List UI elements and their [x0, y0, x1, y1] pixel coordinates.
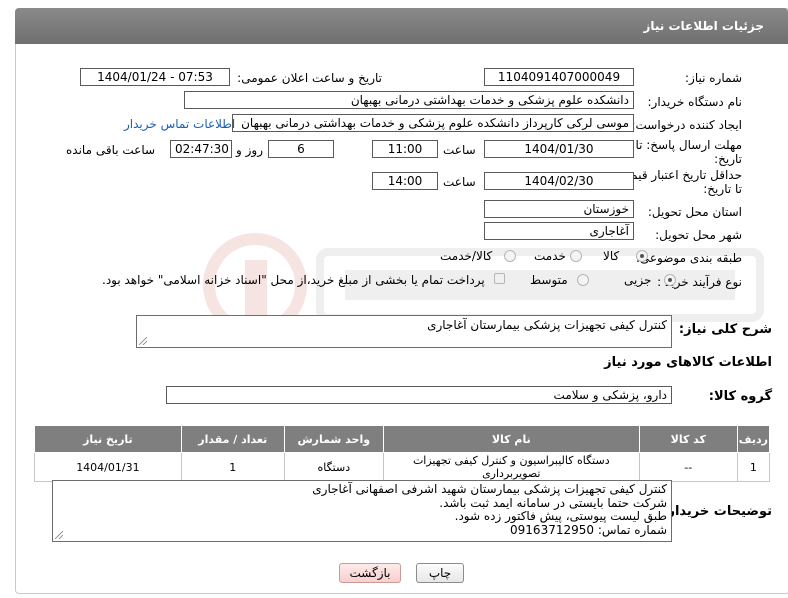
price-validity-label-line1: حداقل تاریخ اعتبار قیمت: [615, 168, 742, 182]
goods-group-label: گروه کالا: [708, 389, 772, 404]
cell-unit: دستگاه [283, 452, 384, 482]
remaining-time-label: ساعت باقی مانده [66, 143, 156, 157]
summary-textarea[interactable]: کنترل کیفی تجهیزات پزشکی بیمارستان آغاجا… [136, 315, 672, 348]
buyer-contact-link[interactable]: اطلاعات تماس خریدار [124, 117, 235, 131]
purchase-option-medium: متوسط [530, 273, 568, 287]
table-row: 1 -- دستگاه کالیبراسیون و کنترل کیفی تجه… [34, 452, 771, 482]
deadline-time-label: ساعت [443, 143, 476, 157]
items-table: ردیف کد کالا نام کالا واحد شمارش تعداد /… [34, 425, 771, 482]
price-validity-time-label: ساعت [443, 175, 476, 189]
treasury-checkbox[interactable] [494, 273, 505, 284]
creator-field: موسی لرکی کارپرداز دانشکده علوم پزشکی و … [232, 114, 634, 132]
panel-header: جزئیات اطلاعات نیاز [15, 8, 788, 44]
announce-datetime-label: تاریخ و ساعت اعلان عمومی: [237, 71, 382, 85]
announce-datetime-field: 1404/01/24 - 07:53 [80, 68, 230, 86]
treasury-note: پرداخت تمام یا بخشی از مبلغ خرید،از محل … [102, 273, 485, 287]
summary-label: شرح کلی نیاز: [678, 322, 772, 337]
buyer-org-field: دانشکده علوم پزشکی و خدمات بهداشتی درمان… [184, 91, 634, 109]
buyer-notes-line: شماره تماس: 09163712950 [510, 522, 667, 537]
cell-name: دستگاه کالیبراسیون و کنترل کیفی تجهیزات … [382, 452, 640, 482]
price-validity-time-field: 14:00 [372, 172, 438, 190]
deadline-label-line1: مهلت ارسال پاسخ: تا [635, 138, 742, 152]
category-option-goods: کالا [603, 249, 620, 263]
province-label: استان محل تحویل: [647, 205, 742, 219]
need-number-field: 1104091407000049 [484, 68, 634, 86]
items-table-header: ردیف کد کالا نام کالا واحد شمارش تعداد /… [34, 425, 771, 453]
purchase-radio-medium[interactable] [577, 274, 589, 286]
creator-label: ایجاد کننده درخواست: [631, 118, 742, 132]
deadline-label-line2: تاریخ: [714, 152, 742, 166]
category-radio-goods-service[interactable] [504, 250, 516, 262]
price-validity-label-line2: تا تاریخ: [703, 182, 742, 196]
col-row: ردیف [736, 425, 771, 453]
print-button[interactable]: چاپ [416, 563, 464, 583]
city-field: آغاجاری [484, 222, 634, 240]
summary-text: کنترل کیفی تجهیزات پزشکی بیمارستان آغاجا… [427, 318, 667, 332]
deadline-time-field: 11:00 [372, 140, 438, 158]
deadline-days-field: 6 [268, 140, 334, 158]
col-unit: واحد شمارش [283, 425, 384, 453]
city-label: شهر محل تحویل: [655, 228, 742, 242]
col-name: نام کالا [382, 425, 640, 453]
resize-handle-icon[interactable] [55, 531, 63, 539]
category-option-service: خدمت [534, 249, 566, 263]
col-date: تاریخ نیاز [34, 425, 182, 453]
purchase-radio-minor[interactable] [664, 274, 676, 286]
goods-group-field: دارو، پزشکی و سلامت [166, 386, 672, 404]
cell-row: 1 [736, 452, 771, 482]
resize-handle-icon[interactable] [139, 337, 147, 345]
deadline-days-label: روز و [236, 143, 263, 157]
category-label: طبقه بندی موضوعی: [635, 251, 742, 265]
deadline-date-field: 1404/01/30 [484, 140, 634, 158]
cell-date: 1404/01/31 [34, 452, 182, 482]
category-option-goods-service: کالا/خدمت [440, 249, 493, 263]
buyer-notes-line: کنترل کیفی تجهیزات پزشکی بیمارستان شهید … [312, 482, 667, 496]
category-radio-goods[interactable] [636, 250, 648, 262]
buyer-org-label: نام دستگاه خریدار: [647, 95, 743, 109]
buyer-notes-label: توضیحات خریدار: [662, 504, 772, 519]
province-field: خوزستان [484, 200, 634, 218]
panel-title: جزئیات اطلاعات نیاز [643, 19, 764, 33]
col-qty: تعداد / مقدار [180, 425, 285, 453]
remaining-time-field: 02:47:30 [170, 140, 232, 158]
buyer-notes-line: طبق لیست پیوستی، پیش فاکتور زده شود. [454, 509, 667, 523]
buyer-notes-textarea[interactable]: کنترل کیفی تجهیزات پزشکی بیمارستان شهید … [52, 480, 672, 542]
need-number-label: شماره نیاز: [685, 71, 742, 85]
purchase-option-minor: جزیی [624, 273, 652, 287]
goods-info-title: اطلاعات کالاهای مورد نیاز [604, 355, 772, 370]
cell-code: -- [638, 452, 738, 482]
back-button[interactable]: بازگشت [339, 563, 401, 583]
category-radio-service[interactable] [570, 250, 582, 262]
cell-qty: 1 [180, 452, 285, 482]
col-code: کد کالا [638, 425, 738, 453]
buyer-notes-line: شرکت حتما بایستی در سامانه ایمد ثبت باشد… [439, 495, 667, 510]
price-validity-date-field: 1404/02/30 [484, 172, 634, 190]
